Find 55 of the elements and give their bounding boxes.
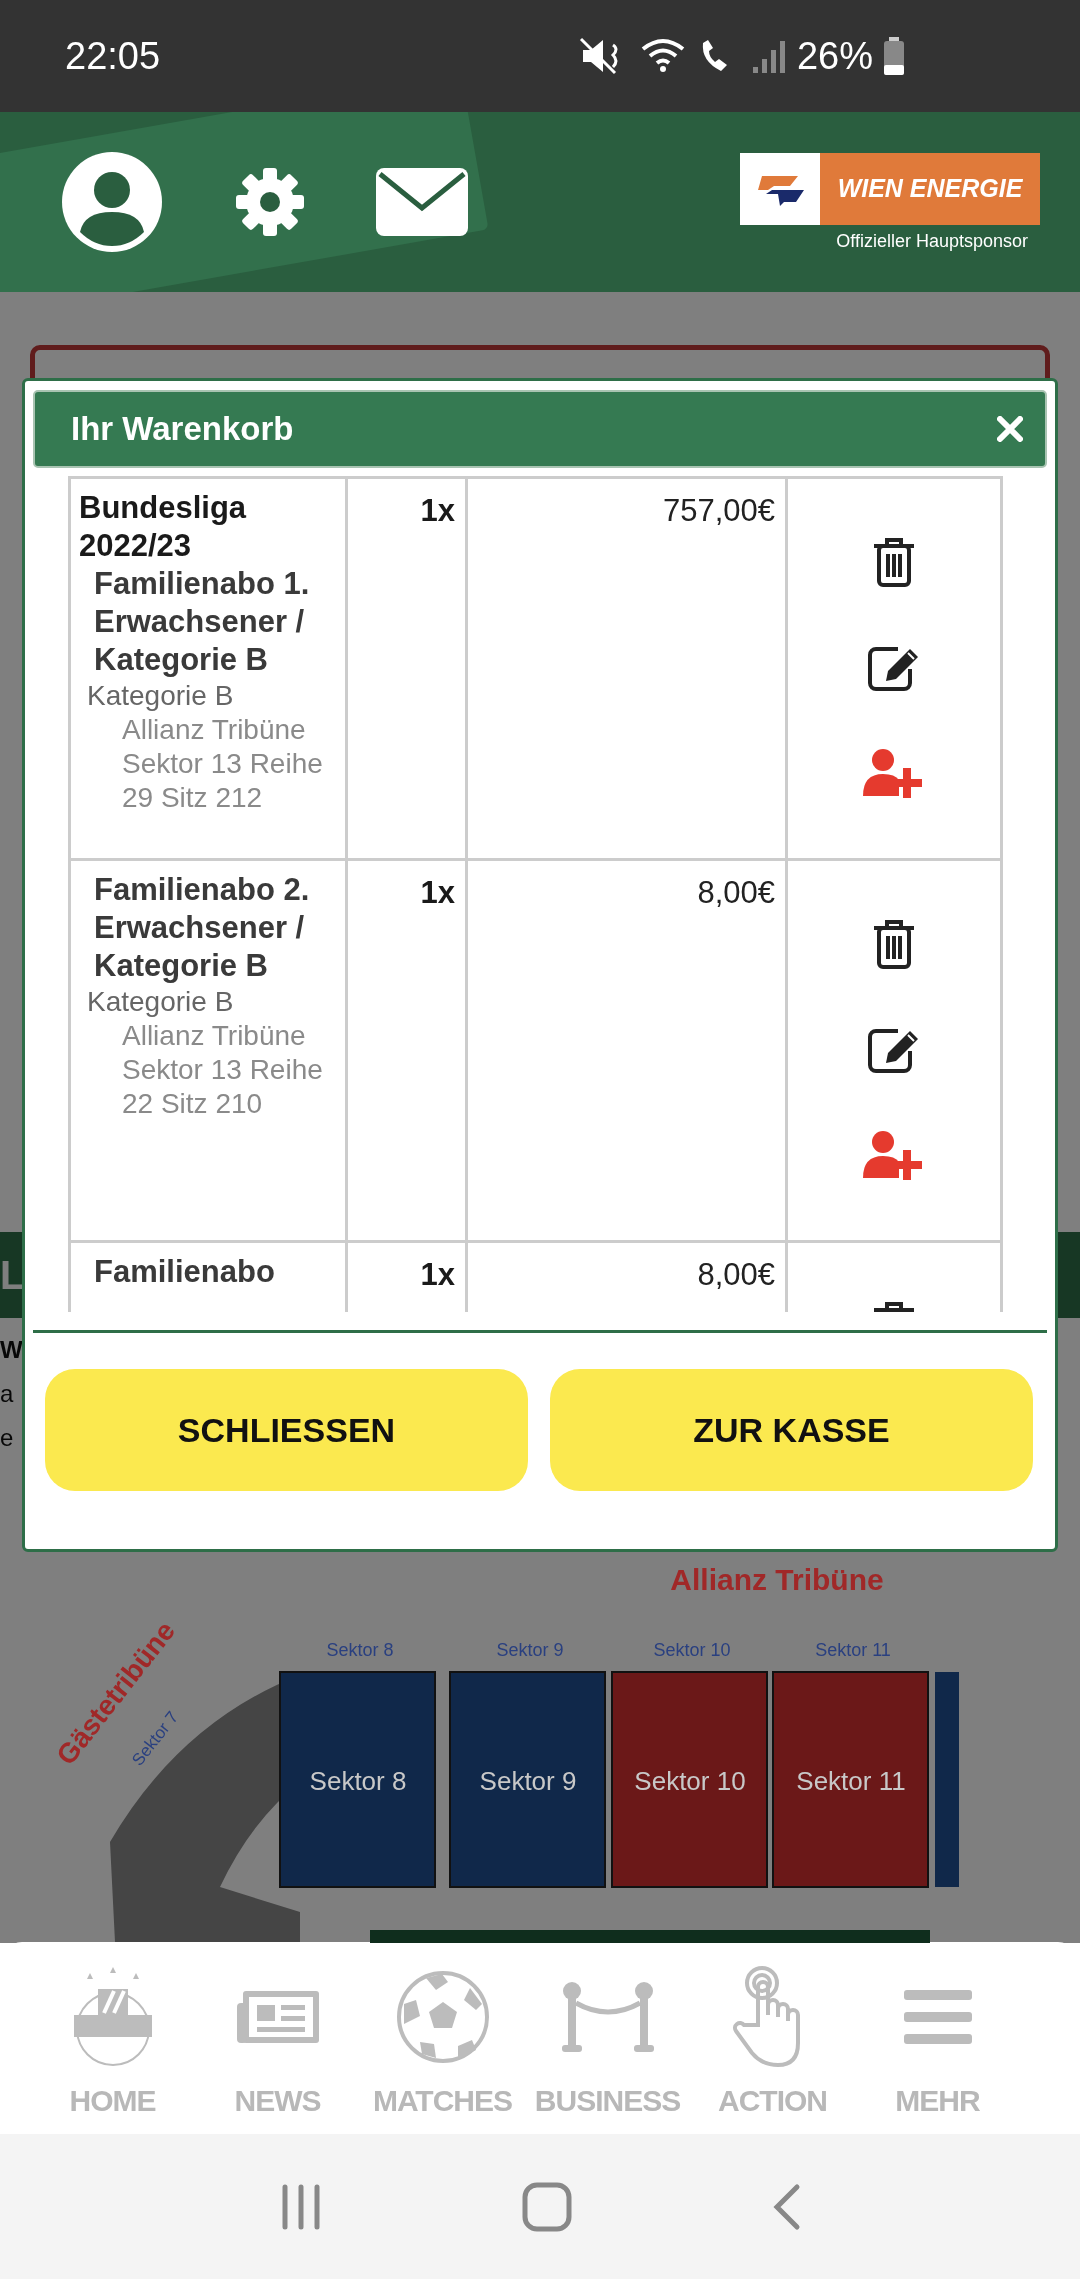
sector-block[interactable] [611,1671,768,1888]
event-name: Bundesliga 2022/23 [79,489,248,565]
stand-label: Allianz Tribüne [670,1563,884,1596]
dialog-button[interactable]: SCHLIESSEN [45,1369,528,1491]
quantity-text: 1x [420,1257,455,1293]
sponsor-logo[interactable]: WIEN ENERGIE [740,152,1040,225]
sector-label: Sektor 8 [309,1766,407,1796]
nav-tab[interactable]: NEWS [195,1942,360,2134]
sector-label: Sektor 11 [796,1766,906,1796]
rope-barrier-icon [559,1981,656,2053]
category-text: Kategorie B [86,679,235,713]
soccer-ball-icon [395,1970,490,2064]
price-text: 8,00€ [697,875,775,911]
clock: 22:05 [65,34,161,78]
banner-text: L [0,1252,25,1298]
nav-tab[interactable]: HOME [30,1942,195,2134]
category-text: Kategorie B [86,985,235,1019]
home-icon[interactable] [522,2181,572,2232]
background-text: W [0,1335,23,1365]
dialog-button[interactable]: ZUR KASSE [550,1369,1033,1491]
sector-heading: Sektor 10 [653,1640,731,1660]
mail-icon[interactable] [376,168,468,236]
background-text: e [0,1423,14,1453]
nav-tab[interactable]: ACTION [690,1942,855,2134]
settings-icon[interactable] [234,166,306,238]
seat-text: Allianz Tribüne Sektor 13 Reihe 22 Sitz 210 [121,1019,324,1121]
sector-label: Sektor 10 [634,1766,746,1796]
nav-tab[interactable]: MATCHES [360,1942,525,2134]
background-text: a [0,1379,14,1409]
price-text: 757,00€ [662,493,775,529]
nav-tab[interactable]: MEHR [855,1942,1020,2134]
trash-icon[interactable] [871,918,917,970]
product-name: Familienabo 1. Erwachsener / Kategorie B [93,565,311,679]
price-text: 8,00€ [697,1257,775,1293]
sector-heading: Sektor 9 [496,1640,564,1660]
seat-text: Allianz Tribüne Sektor 13 Reihe 29 Sitz 212 [121,713,324,815]
sponsor-name: WIEN ENERGIE [820,152,1040,225]
product-name: Familienabo 2. Erwachsener / Kategorie B [93,871,311,985]
sponsor-caption: Offizieller Hauptsponsor [836,230,1028,252]
menu-icon [903,1988,972,2046]
sector-heading: Sektor 11 [815,1640,891,1660]
battery-level: 26% [796,34,873,78]
dialog-title: Ihr Warenkorb [71,410,294,448]
quantity-text: 1x [420,493,455,529]
battery-icon [883,37,905,75]
close-icon[interactable] [997,416,1023,442]
newspaper-icon [234,1989,321,2045]
sector-label: Sektor 9 [479,1766,577,1796]
sector-heading: Sektor 8 [326,1640,394,1660]
trash-icon[interactable] [871,536,917,588]
product-name: Familienabo [93,1253,276,1291]
quantity-text: 1x [420,875,455,911]
profile-icon[interactable] [60,150,164,254]
nav-tab[interactable]: BUSINESS [525,1942,690,2134]
sector-block[interactable] [772,1671,929,1888]
